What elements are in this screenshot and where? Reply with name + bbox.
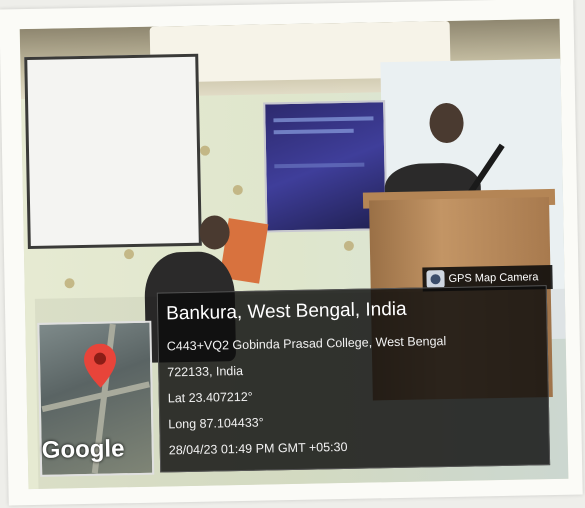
banner-text-line — [273, 128, 354, 135]
google-logo: Google — [41, 435, 125, 464]
photo-print-frame: Google GPS Map Camera Bankura, West Beng… — [0, 0, 583, 506]
address-line: C443+VQ2 Gobinda Prasad College, West Be… — [166, 334, 447, 354]
map-pin-icon — [84, 343, 117, 388]
longitude-line: Long 87.104433° — [168, 415, 264, 432]
postal-line: 722133, India — [167, 363, 244, 380]
event-photo: Google GPS Map Camera Bankura, West Beng… — [19, 18, 569, 490]
wall-decoration — [199, 145, 211, 156]
camera-icon — [426, 270, 445, 289]
projector-screen — [24, 53, 202, 250]
latitude-line: Lat 23.407212° — [167, 389, 253, 406]
location-info-box: Bankura, West Bengal, India C443+VQ2 Gob… — [156, 285, 551, 473]
timestamp-line: 28/04/23 01:49 PM GMT +05:30 — [168, 439, 348, 458]
map-thumbnail: Google — [37, 320, 155, 477]
gps-tag-label: GPS Map Camera — [448, 271, 539, 285]
place-name: Bankura, West Bengal, India — [165, 298, 407, 325]
banner-graphic — [274, 162, 365, 169]
banner-text-line — [273, 116, 374, 123]
